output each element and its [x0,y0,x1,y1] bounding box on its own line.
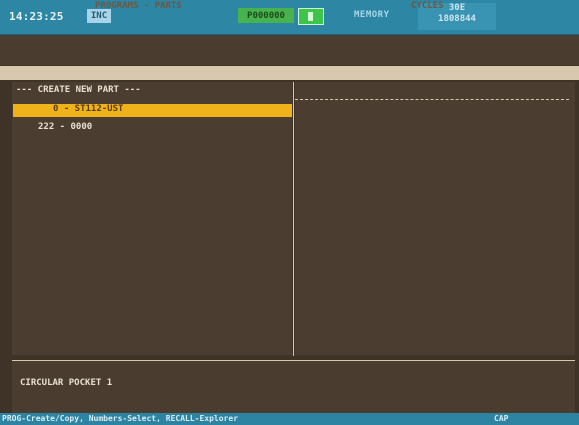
status-indicator [298,8,324,25]
counter-bottom: 1808844 [438,14,476,24]
blank-band [0,35,579,65]
details-title: CIRCULAR POCKET 1 [20,378,113,388]
caps-indicator: CAP [494,414,509,423]
program-row-selected[interactable]: 0 - ST112-UST [13,104,292,117]
memory-label: MEMORY [354,10,390,20]
cycles-pane[interactable] [295,82,575,355]
program-create-label: --- CREATE NEW PART --- [16,85,141,95]
clock: 14:23:25 [9,10,64,23]
program-number-badge[interactable]: P000000 [238,8,294,23]
pane-divider [293,82,294,356]
status-light-icon [308,12,313,21]
programs-header: PROGRAMS - PARTS [95,1,182,11]
cycles-header: CYCLES [411,1,444,11]
mode-badge[interactable]: INC [87,9,111,23]
cycles-separator [295,99,569,100]
column-headers [0,66,579,80]
program-create-row[interactable]: --- CREATE NEW PART --- [16,85,286,97]
footer-hint: PROG-Create/Copy, Numbers-Select, RECALL… [2,414,239,423]
program-selected-label: 0 - ST112-UST [53,104,124,114]
program-row[interactable]: 222 - 0000 [16,122,286,134]
program-label: 222 - 0000 [38,122,93,132]
